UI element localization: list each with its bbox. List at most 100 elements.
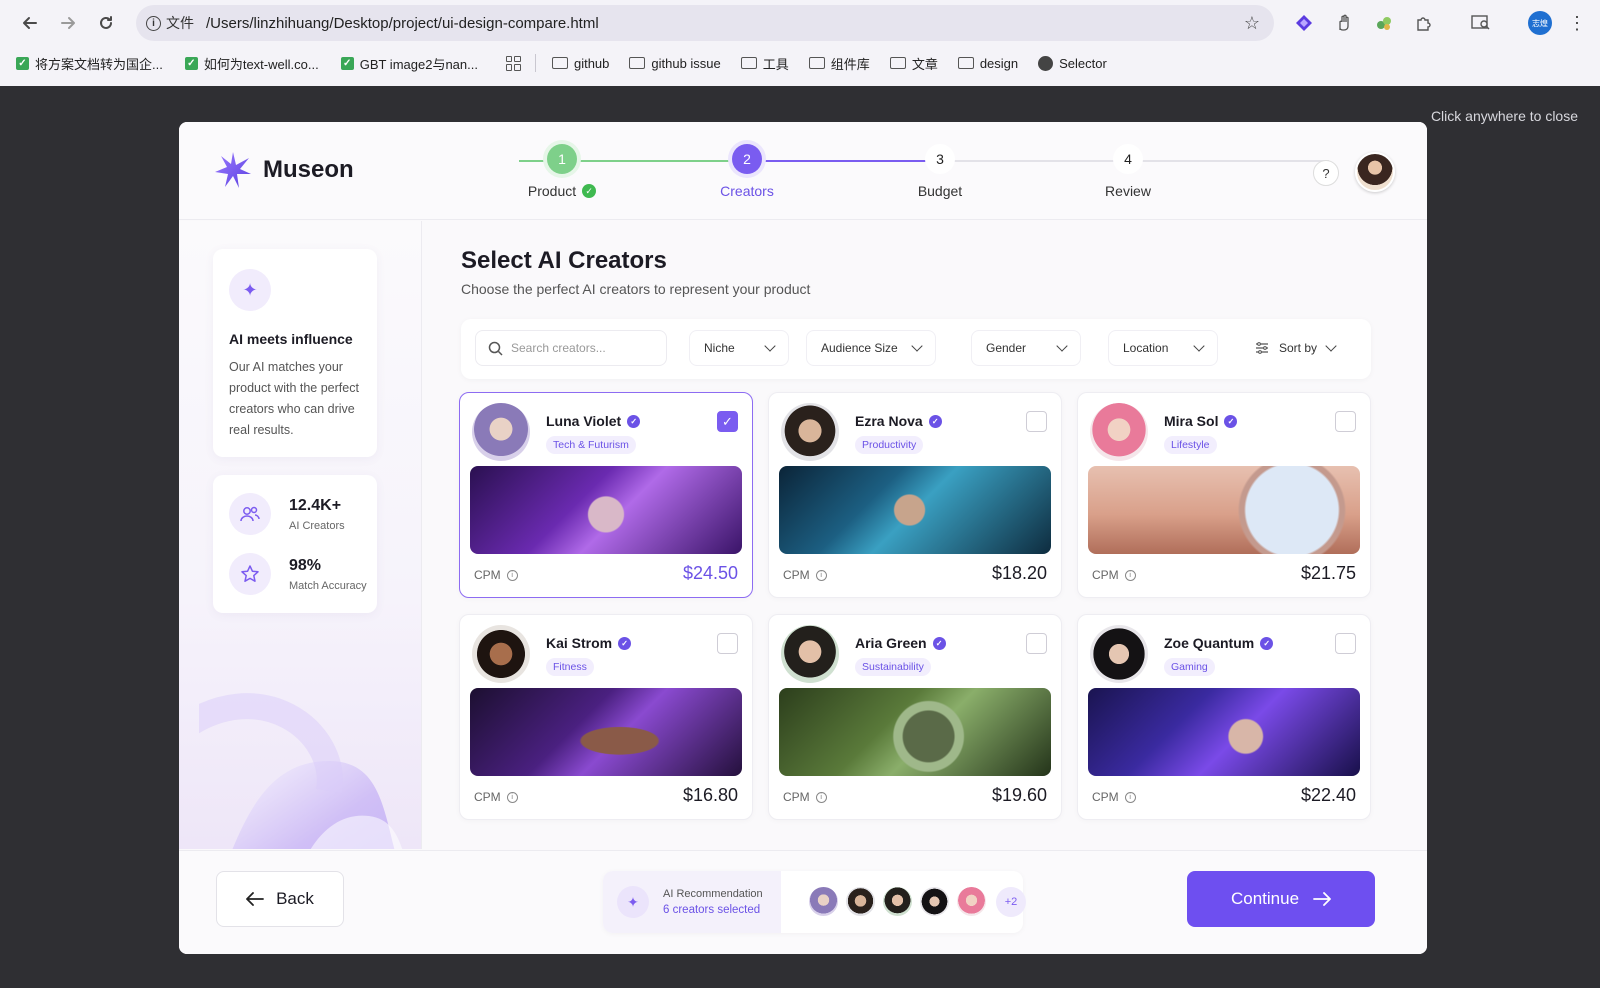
profile-avatar[interactable]: 志煌: [1528, 11, 1552, 35]
bookmarks-bar: ✓ 将方案文档转为国企... ✓ 如何为text-well.co... ✓ GBT i…: [0, 46, 1600, 80]
url-text[interactable]: /Users/linzhihuang/Desktop/project/ui-de…: [206, 15, 599, 32]
filter-audience-size[interactable]: Audience Size: [806, 330, 936, 366]
extensions-puzzle-icon[interactable]: [1413, 12, 1435, 34]
cpm-price: $19.60: [991, 785, 1047, 805]
browser-toolbar: i 文件 /Users/linzhihuang/Desktop/project/u…: [0, 0, 1600, 46]
search-input[interactable]: Search creators...: [475, 330, 667, 366]
step-review[interactable]: 4 Review: [1068, 144, 1188, 199]
reco-count: 6 creators selected: [663, 904, 761, 916]
step-budget[interactable]: 3 Budget: [880, 144, 1000, 199]
star-icon: [229, 553, 271, 595]
step-label: Product: [527, 183, 577, 199]
select-checkbox[interactable]: [717, 633, 738, 654]
filter-niche[interactable]: Niche: [689, 330, 789, 366]
bookmark-item[interactable]: ✓ GBT image2与nan...: [340, 54, 478, 73]
reload-button[interactable]: [92, 9, 120, 37]
bookmark-separator: [534, 54, 536, 72]
extension-diamond-icon[interactable]: [1293, 12, 1315, 34]
creator-avatar: [1090, 403, 1148, 461]
creator-card[interactable]: Kai Strom ✓ Fitness CPM i $16.80: [459, 614, 753, 820]
creator-card[interactable]: Aria Green ✓ Sustainability CPM i $19.60: [768, 614, 1062, 820]
info-icon[interactable]: i: [815, 791, 827, 803]
select-checkbox[interactable]: [1335, 633, 1356, 654]
back-button[interactable]: Back: [216, 871, 344, 927]
apps-grid-icon[interactable]: [505, 55, 521, 71]
info-icon[interactable]: i: [1124, 569, 1136, 581]
address-bar[interactable]: i 文件 /Users/linzhihuang/Desktop/project/u…: [136, 5, 1274, 41]
folder-icon: [808, 57, 825, 69]
ai-recommendation-panel: ✦ AI Recommendation 6 creators selected +…: [603, 871, 1026, 933]
info-icon[interactable]: i: [506, 791, 518, 803]
menu-kebab-icon[interactable]: ⋮: [1566, 12, 1588, 34]
select-checkbox[interactable]: [1026, 633, 1047, 654]
bookmark-folder[interactable]: github issue: [629, 55, 721, 71]
bookmark-folder[interactable]: 组件库: [808, 54, 870, 73]
step-creators[interactable]: 2 Creators: [687, 144, 807, 199]
check-icon: ✓: [340, 56, 354, 70]
creator-name: Ezra Nova: [855, 413, 923, 429]
info-description: Our AI matches your product with the per…: [229, 360, 359, 437]
back-nav-button[interactable]: [16, 9, 44, 37]
info-icon[interactable]: i: [815, 569, 827, 581]
filter-location[interactable]: Location: [1108, 330, 1218, 366]
bookmark-label: github: [573, 55, 610, 71]
globe-icon: [1038, 55, 1054, 71]
niche-tag: Tech & Futurism: [546, 436, 636, 454]
help-button[interactable]: ?: [1313, 160, 1339, 186]
tab-search-icon[interactable]: [1470, 12, 1492, 34]
creator-avatar: [472, 403, 530, 461]
creator-card[interactable]: Zoe Quantum ✓ Gaming CPM i $22.40: [1077, 614, 1371, 820]
cpm-label: CPM: [474, 790, 501, 804]
chevron-down-icon: [1325, 340, 1337, 352]
stat-accuracy: 98% Match Accuracy: [229, 553, 367, 595]
creator-card[interactable]: Luna Violet ✓ Tech & Futurism ✓ CPM i $24.…: [459, 392, 753, 598]
bookmark-item[interactable]: ✓ 将方案文档转为国企...: [16, 54, 163, 73]
stat-label: AI Creators: [289, 519, 345, 532]
creator-avatar: [781, 625, 839, 683]
select-checkbox[interactable]: [1335, 411, 1356, 432]
bookmark-label: github issue: [651, 55, 721, 71]
select-checkbox[interactable]: ✓: [717, 411, 738, 432]
bookmark-item[interactable]: Selector: [1038, 55, 1107, 71]
info-icon[interactable]: i: [506, 569, 518, 581]
continue-button[interactable]: Continue: [1187, 871, 1375, 927]
main-content: Select AI Creators Choose the perfect AI…: [423, 221, 1427, 849]
cpm-label: CPM: [1092, 790, 1119, 804]
info-icon[interactable]: i: [1124, 791, 1136, 803]
creator-name: Aria Green: [855, 635, 927, 651]
user-avatar[interactable]: [1355, 152, 1395, 192]
verified-badge-icon: ✓: [618, 636, 632, 650]
reco-title: AI Recommendation: [663, 888, 763, 900]
close-hint: Click anywhere to close: [1430, 108, 1578, 124]
creator-card[interactable]: Ezra Nova ✓ Productivity CPM i $18.20: [768, 392, 1062, 598]
brand-name: Museon: [263, 156, 354, 183]
forward-nav-button[interactable]: [54, 9, 82, 37]
sort-label: Sort by: [1279, 341, 1318, 355]
bookmark-folder[interactable]: 工具: [740, 54, 789, 73]
bookmark-star-icon[interactable]: ☆: [1244, 13, 1260, 34]
extension-hand-icon[interactable]: [1333, 12, 1355, 34]
extension-puzzle-green-icon[interactable]: [1373, 12, 1395, 34]
selected-avatar: [918, 885, 951, 918]
arrow-left-icon: [246, 892, 264, 906]
filter-gender[interactable]: Gender: [971, 330, 1081, 366]
site-info[interactable]: i 文件: [146, 13, 206, 33]
bookmark-folder[interactable]: 文章: [889, 54, 938, 73]
verified-badge-icon: ✓: [932, 636, 946, 650]
arrow-right-icon: [1313, 892, 1331, 906]
creator-name: Luna Violet: [546, 413, 622, 429]
decorative-swirl: [199, 693, 403, 849]
bookmark-item[interactable]: ✓ 如何为text-well.co...: [184, 54, 319, 73]
more-count-badge[interactable]: +2: [996, 887, 1026, 917]
step-product[interactable]: 1 Product ✓: [502, 144, 622, 199]
bookmark-folder[interactable]: design: [957, 56, 1018, 71]
select-checkbox[interactable]: [1026, 411, 1047, 432]
step-number: 1: [547, 144, 577, 174]
star-logo-icon: [215, 152, 251, 188]
bookmark-folder[interactable]: github: [551, 55, 610, 71]
creator-card[interactable]: Mira Sol ✓ Lifestyle CPM i $21.75: [1077, 392, 1371, 598]
ai-info-card: ✦ AI meets influence Our AI matches your…: [213, 249, 377, 457]
sort-by-button[interactable]: Sort by: [1241, 330, 1357, 366]
step-number: 4: [1113, 144, 1143, 174]
stat-value: 12.4K+: [289, 496, 342, 514]
